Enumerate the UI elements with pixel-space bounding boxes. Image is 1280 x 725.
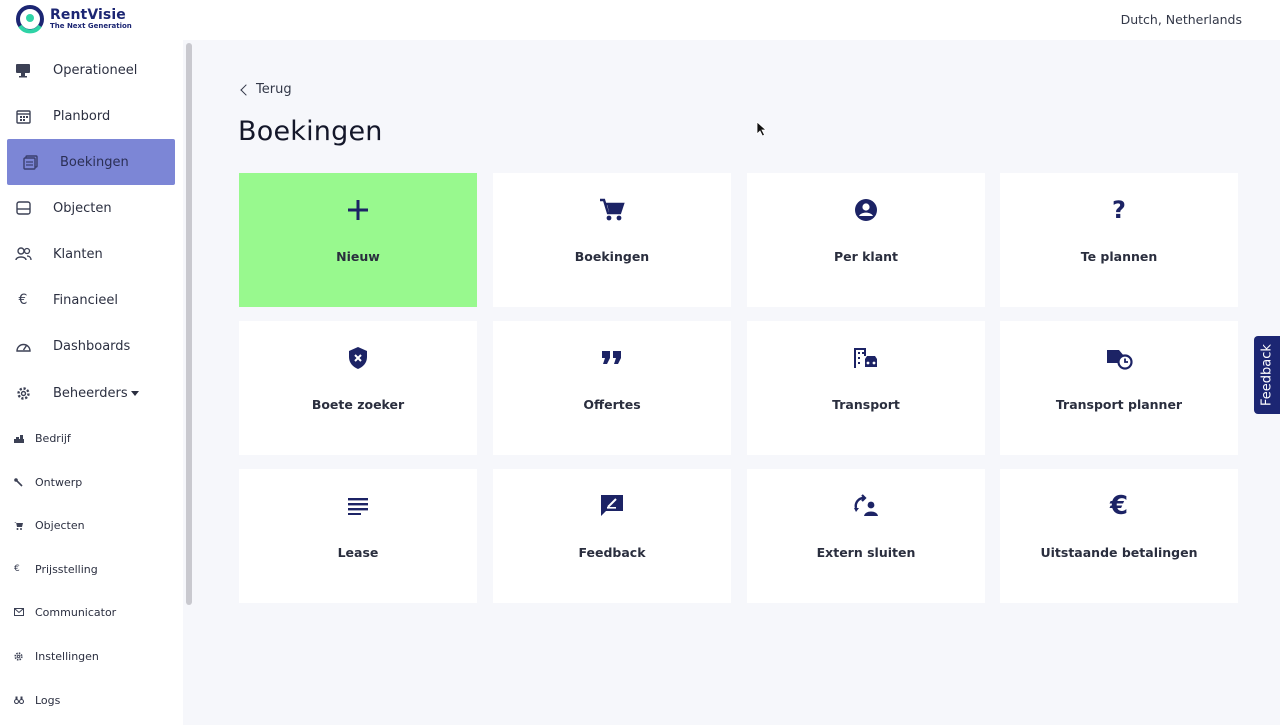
sidebar-item-label: Objecten <box>53 200 112 216</box>
cart-icon <box>14 521 26 530</box>
chevron-left-icon <box>240 83 252 96</box>
feedback-icon <box>493 493 731 519</box>
sidebar-subitem-instellingen[interactable]: Instellingen <box>14 646 99 666</box>
sidebar-subitem-objecten[interactable]: Objecten <box>14 515 85 535</box>
sidebar-item-klanten[interactable]: Klanten <box>7 231 175 277</box>
tile-transport-planner[interactable]: Transport planner <box>1000 321 1238 455</box>
users-icon <box>14 245 32 263</box>
feedback-tab-label: Feedback <box>1259 344 1275 406</box>
sidebar-item-planbord[interactable]: Planbord <box>7 93 175 139</box>
extern-icon <box>747 493 985 519</box>
sidebar-item-label: Planbord <box>53 108 111 124</box>
sidebar-item-operationeel[interactable]: Operationeel <box>7 47 175 93</box>
inbox-icon <box>14 199 32 217</box>
gear-icon <box>14 384 32 402</box>
building-car-icon <box>747 345 985 371</box>
back-link[interactable]: Terug <box>239 82 292 97</box>
sidebar-item-label: Dashboards <box>53 338 131 354</box>
sidebar-item-label: Operationeel <box>53 62 138 78</box>
sidebar-item-label: Boekingen <box>60 154 129 170</box>
tile-te-plannen[interactable]: ? Te plannen <box>1000 173 1238 307</box>
tile-offertes[interactable]: Offertes <box>493 321 731 455</box>
sidebar-scrollbar[interactable] <box>186 43 192 605</box>
tile-boete-zoeker[interactable]: Boete zoeker <box>239 321 477 455</box>
chevron-down-icon <box>130 390 139 396</box>
bookings-icon <box>21 153 39 171</box>
gauge-icon <box>14 337 32 355</box>
sidebar-item-dashboards[interactable]: Dashboards <box>7 323 175 369</box>
mail-icon <box>14 608 26 616</box>
brand-logo[interactable]: RentVisie The Next Generation <box>14 4 132 34</box>
sidebar-subitem-bedrijf[interactable]: Bedrijf <box>14 428 71 448</box>
sidebar-item-label: Beheerders <box>53 386 139 401</box>
page-title: Boekingen <box>238 116 383 147</box>
wrench-icon <box>14 477 26 487</box>
shield-x-icon <box>239 345 477 371</box>
sidebar-item-beheerders[interactable]: Beheerders <box>7 370 175 416</box>
user-circle-icon <box>747 197 985 223</box>
sidebar-subitem-logs[interactable]: Logs <box>14 690 60 710</box>
tile-extern-sluiten[interactable]: Extern sluiten <box>747 469 985 603</box>
sidebar-subitem-communicator[interactable]: Communicator <box>14 602 116 622</box>
plus-icon <box>239 197 477 223</box>
tile-nieuw[interactable]: Nieuw <box>239 173 477 307</box>
sidebar-subitem-prijsstelling[interactable]: € Prijsstelling <box>14 559 98 579</box>
tile-uitstaande-betalingen[interactable]: € Uitstaande betalingen <box>1000 469 1238 603</box>
sidebar-item-objecten[interactable]: Objecten <box>7 185 175 231</box>
tile-feedback[interactable]: Feedback <box>493 469 731 603</box>
tile-transport[interactable]: Transport <box>747 321 985 455</box>
binoculars-icon <box>14 696 26 704</box>
chart-icon <box>14 434 26 443</box>
euro-icon: € <box>1109 491 1129 521</box>
tile-boekingen[interactable]: Boekingen <box>493 173 731 307</box>
tile-per-klant[interactable]: Per klant <box>747 173 985 307</box>
brand-tagline: The Next Generation <box>50 22 132 30</box>
tile-lease[interactable]: Lease <box>239 469 477 603</box>
sidebar-item-label: Financieel <box>53 292 118 308</box>
gear-icon <box>14 651 26 661</box>
euro-icon: € <box>18 292 28 308</box>
quote-icon <box>493 345 731 371</box>
monitor-icon <box>14 61 32 79</box>
top-bar: RentVisie The Next Generation Dutch, Net… <box>0 0 1280 40</box>
truck-clock-icon <box>1000 345 1238 371</box>
question-icon: ? <box>1112 196 1126 224</box>
brand-name: RentVisie <box>50 7 126 23</box>
logo-mark-icon <box>14 4 46 34</box>
sidebar-item-boekingen[interactable]: Boekingen <box>7 139 175 185</box>
lines-icon <box>239 493 477 519</box>
sidebar-subitem-ontwerp[interactable]: Ontwerp <box>14 472 82 492</box>
cart-icon <box>493 197 731 223</box>
back-label: Terug <box>256 82 292 97</box>
feedback-tab[interactable]: Feedback <box>1254 336 1280 414</box>
euro-icon: € <box>14 564 20 574</box>
sidebar-item-financieel[interactable]: € Financieel <box>7 277 175 323</box>
locale-selector[interactable]: Dutch, Netherlands <box>1121 12 1242 27</box>
sidebar-item-label: Klanten <box>53 246 103 262</box>
calendar-icon <box>14 107 32 125</box>
